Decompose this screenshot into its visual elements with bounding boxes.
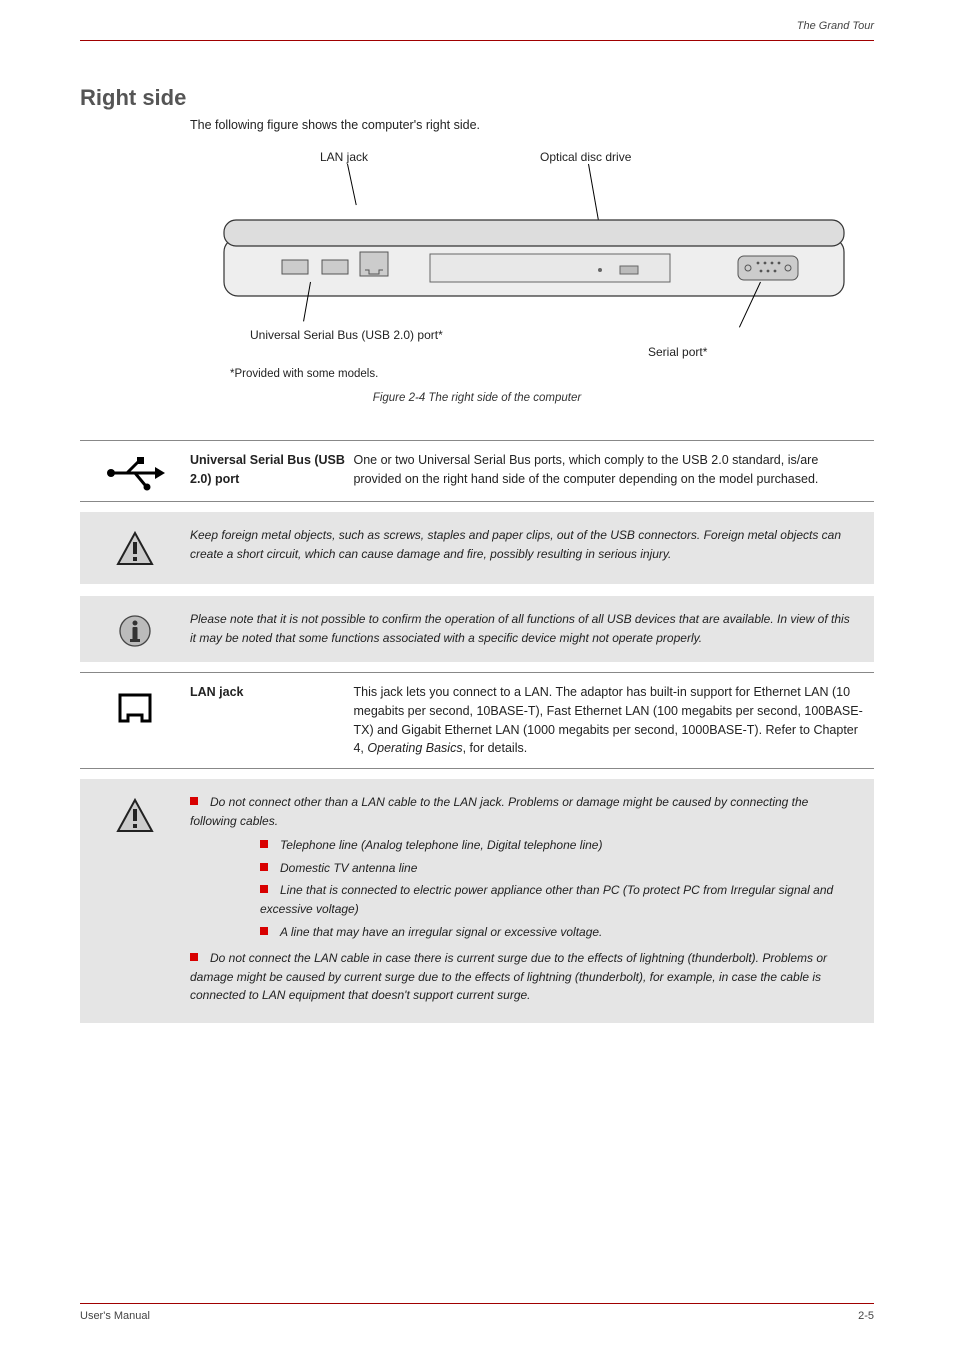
divider [80, 768, 874, 769]
lead-line [347, 164, 357, 205]
warning-icon [115, 797, 155, 837]
info-icon [118, 614, 152, 648]
warning-box-2: Do not connect other than a LAN cable to… [80, 779, 874, 1023]
bullet-icon [260, 840, 268, 848]
laptop-side-illustration [220, 208, 860, 328]
warn2-item: A line that may have an irregular signal… [280, 925, 602, 939]
label-serial: Serial port* [648, 345, 707, 359]
warning-box-1: Keep foreign metal objects, such as scre… [80, 512, 874, 584]
warning-text-1: Keep foreign metal objects, such as scre… [190, 526, 856, 563]
divider [80, 440, 874, 441]
lan-desc: This jack lets you connect to a LAN. The… [353, 683, 867, 758]
label-usb-text: Universal Serial Bus (USB 2.0) port* [250, 328, 443, 342]
bullet-icon [190, 797, 198, 805]
info-box-1: Please note that it is not possible to c… [80, 596, 874, 662]
chapter-ref: Operating Basics [367, 741, 462, 755]
footer-left: User's Manual [80, 1310, 150, 1322]
divider [80, 501, 874, 502]
label-odd: Optical disc drive [540, 150, 631, 164]
footer: User's Manual 2-5 [80, 1303, 874, 1322]
lan-row: LAN jack This jack lets you connect to a… [80, 683, 874, 758]
usb-icon [105, 455, 165, 491]
warn2-item: Line that is connected to electric power… [260, 883, 833, 916]
intro-text: The following figure shows the computer'… [190, 116, 874, 134]
warn2-item: Telephone line (Analog telephone line, D… [280, 838, 602, 852]
diagram: LAN jack Optical disc drive Universal Se… [190, 150, 870, 420]
warning-icon [115, 530, 155, 570]
warn2-item: Domestic TV antenna line [280, 861, 417, 875]
header-chapter: The Grand Tour [797, 20, 874, 32]
usb-desc: One or two Universal Serial Bus ports, w… [353, 451, 867, 489]
lan-icon [114, 687, 156, 729]
warn2-lead: Do not connect other than a LAN cable to… [190, 795, 808, 828]
bullet-icon [260, 863, 268, 871]
divider [80, 672, 874, 673]
usb-row: Universal Serial Bus (USB 2.0) port One … [80, 451, 874, 491]
label-lan: LAN jack [320, 150, 368, 164]
bullet-icon [190, 953, 198, 961]
header-rule [80, 40, 874, 41]
info-text-1: Please note that it is not possible to c… [190, 610, 856, 647]
warning-text-2: Do not connect other than a LAN cable to… [190, 793, 856, 1009]
diagram-footnote: *Provided with some models. [230, 368, 378, 380]
section-title: Right side [80, 85, 186, 111]
bullet-icon [260, 885, 268, 893]
figure-caption: Figure 2-4 The right side of the compute… [0, 392, 954, 404]
footer-right: 2-5 [858, 1310, 874, 1322]
bullet-icon [260, 927, 268, 935]
lan-label: LAN jack [190, 683, 350, 702]
usb-label: Universal Serial Bus (USB 2.0) port [190, 451, 350, 489]
entries: Universal Serial Bus (USB 2.0) port One … [80, 430, 874, 1023]
label-usb: Universal Serial Bus (USB 2.0) port* [250, 328, 450, 342]
warn2-tail: Do not connect the LAN cable in case the… [190, 951, 827, 1002]
